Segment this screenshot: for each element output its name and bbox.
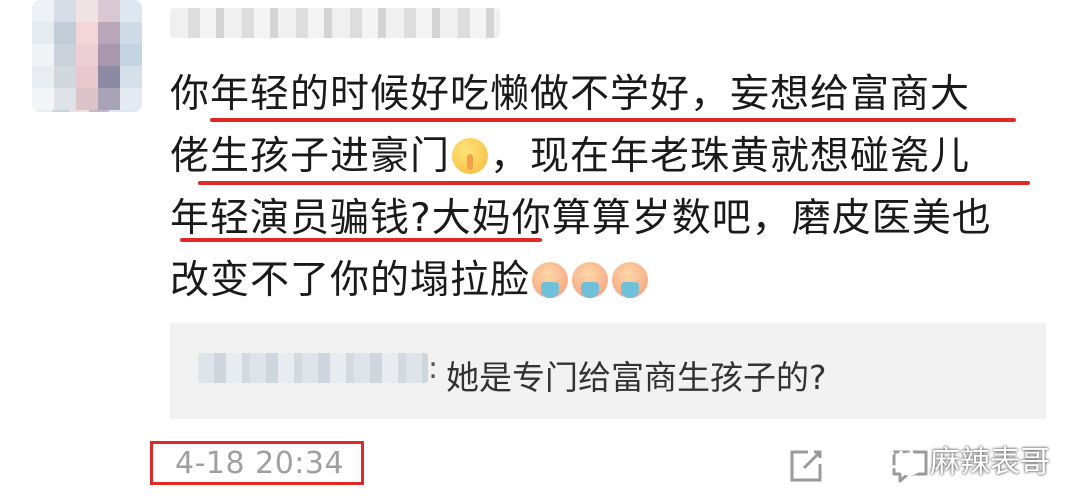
timestamp: 4-18 20:34 [175,446,345,481]
watermark: 麻辣表哥 [880,436,1050,482]
comment-line-2: 佬生孩子进豪门 ，现在年老珠黄就想碰瓷儿 [170,126,1050,188]
comment-line-text: 你年轻的时候好吃懒做不学好，妄想给富商大 [170,72,971,117]
wechat-icon [880,441,923,476]
username-blurred[interactable] [170,8,500,38]
comment-screenshot: 你年轻的时候好吃懒做不学好，妄想给富商大 佬生孩子进豪门 ，现在年老珠黄就想碰瓷儿… [0,0,1076,499]
highlight-underline-2 [198,181,1030,185]
highlight-underline-1 [210,118,1016,122]
reply-colon: : [428,351,439,386]
shushing-face-icon [452,138,489,174]
reply-username-blurred[interactable] [198,353,428,383]
reply-box[interactable]: : 她是专门给富商生孩子的? [170,323,1046,419]
comment-line-text: 年轻演员骗钱?大妈你算算岁数吧，磨皮医美也 [170,196,992,241]
watermark-text: 麻辣表哥 [930,445,1050,480]
comment-line-text: ，现在年老珠黄就想碰瓷儿 [490,134,971,179]
face-vomiting-icon [532,262,569,298]
reply-text: 她是专门给富商生孩子的? [446,358,827,397]
timestamp-highlight-box: 4-18 20:34 [150,441,364,485]
face-vomiting-icon [612,262,649,298]
face-vomiting-icon [572,262,609,298]
avatar[interactable] [32,0,142,112]
comment-line-text: 佬生孩子进豪门 [170,134,451,179]
comment-line-text: 改变不了你的塌拉脸 [170,258,531,303]
comment-line-1: 你年轻的时候好吃懒做不学好，妄想给富商大 [170,64,1050,126]
highlight-underline-3 [180,238,542,242]
comment-text: 你年轻的时候好吃懒做不学好，妄想给富商大 佬生孩子进豪门 ，现在年老珠黄就想碰瓷儿… [170,64,1050,312]
edit-icon[interactable] [786,446,826,486]
comment-line-4: 改变不了你的塌拉脸 [170,250,1050,312]
